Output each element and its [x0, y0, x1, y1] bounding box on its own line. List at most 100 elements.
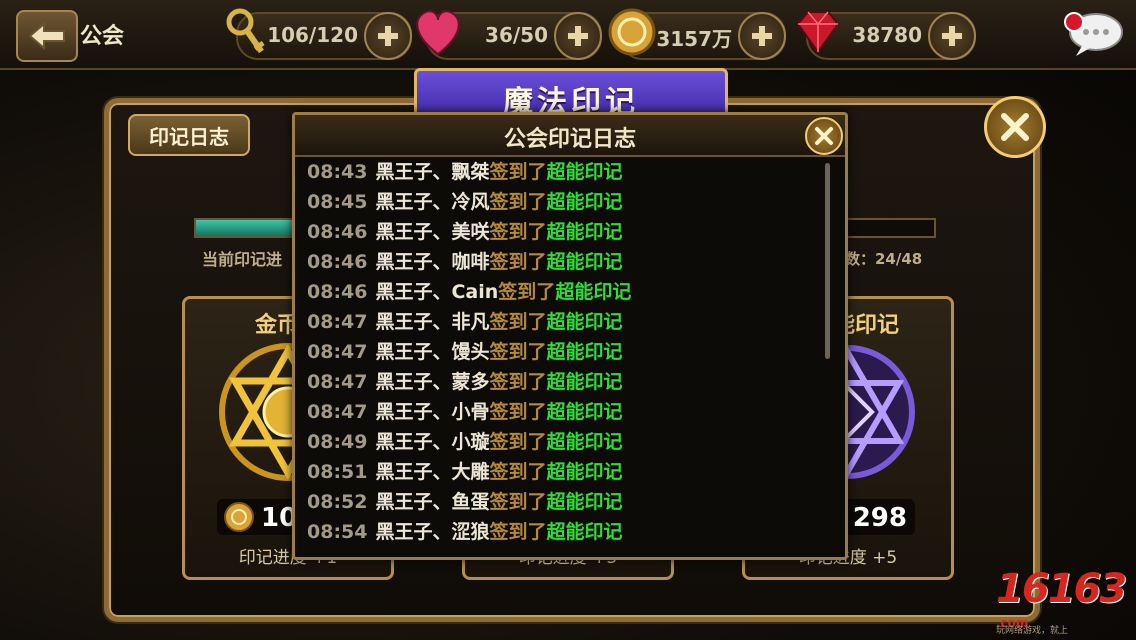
key-count: 106/120 — [267, 23, 358, 47]
top-bar: 公会 106/120 36/50 3157万 38780 — [0, 0, 1136, 70]
log-entry: 08:47 黑王子、小骨签到了超能印记 — [307, 397, 819, 427]
log-action: 签到了 — [489, 251, 547, 273]
log-action: 签到了 — [489, 461, 547, 483]
log-action: 签到了 — [489, 371, 547, 393]
log-action: 签到了 — [489, 221, 547, 243]
guild-seal-log-popup: 公会印记日志 08:43 黑王子、飘桀签到了超能印记 08:45 黑王子、冷风签到了超… — [292, 112, 848, 560]
log-player-name: 黑王子、非凡 — [375, 311, 490, 333]
log-item: 超能印记 — [546, 521, 623, 543]
chat-bubble-icon — [1064, 12, 1123, 56]
add-coin-button[interactable] — [738, 12, 786, 60]
log-entry: 08:47 黑王子、非凡签到了超能印记 — [307, 307, 819, 337]
resource-heart: 36/50 — [416, 10, 602, 60]
log-player-name: 黑王子、飘桀 — [375, 161, 490, 183]
watermark-tagline: 玩网络游戏，就上 — [996, 626, 1069, 636]
log-item: 超能印记 — [546, 221, 623, 243]
close-icon — [1001, 113, 1029, 141]
log-time: 08:47 — [307, 371, 368, 393]
log-player-name: 黑王子、咖啡 — [375, 251, 490, 273]
plus-icon — [378, 26, 398, 46]
plus-icon — [568, 26, 588, 46]
log-item: 超能印记 — [546, 341, 623, 363]
log-item: 超能印记 — [546, 161, 623, 183]
log-entry: 08:46 黑王子、Cain签到了超能印记 — [307, 277, 819, 307]
gem-count: 38780 — [852, 23, 922, 47]
log-scrollbar[interactable] — [825, 163, 830, 359]
progress-label: 当前印记进 — [202, 250, 283, 269]
log-player-name: 黑王子、小骨 — [375, 401, 490, 423]
close-panel-button[interactable] — [984, 96, 1046, 158]
log-player-name: 黑王子、美咲 — [375, 221, 490, 243]
log-time: 08:45 — [307, 191, 368, 213]
log-item: 超能印记 — [546, 311, 623, 333]
log-action: 签到了 — [489, 491, 547, 513]
log-action: 签到了 — [489, 191, 547, 213]
log-item: 超能印记 — [546, 251, 623, 273]
log-player-name: 黑王子、馒头 — [375, 341, 490, 363]
log-time: 08:47 — [307, 311, 368, 333]
log-item: 超能印记 — [546, 461, 623, 483]
log-entry: 08:45 黑王子、冷风签到了超能印记 — [307, 187, 819, 217]
cost-value: 298 — [852, 503, 907, 533]
resource-coin: 3157万 — [608, 8, 786, 60]
plus-icon — [752, 26, 772, 46]
log-item: 超能印记 — [546, 401, 623, 423]
log-time: 08:47 — [307, 341, 368, 363]
log-list[interactable]: 08:43 黑王子、飘桀签到了超能印记 08:45 黑王子、冷风签到了超能印记 08:4… — [307, 157, 819, 547]
page-title: 公会 — [80, 24, 125, 49]
heart-count: 36/50 — [485, 23, 548, 47]
coin-icon — [608, 8, 656, 56]
log-item: 超能印记 — [546, 191, 623, 213]
log-time: 08:46 — [307, 251, 368, 273]
seal-log-button[interactable]: 印记日志 — [128, 114, 250, 156]
plus-icon — [942, 26, 962, 46]
log-action: 签到了 — [489, 431, 547, 453]
coin-count: 3157万 — [656, 27, 732, 51]
log-entry: 08:51 黑王子、大雕签到了超能印记 — [307, 457, 819, 487]
log-time: 08:51 — [307, 461, 368, 483]
log-time: 08:52 — [307, 491, 368, 513]
card-title: 能印记 — [832, 313, 899, 338]
close-log-button[interactable] — [805, 117, 843, 155]
log-player-name: 黑王子、大雕 — [375, 461, 490, 483]
log-entry: 08:54 黑王子、涩狼签到了超能印记 — [307, 517, 819, 547]
resource-key: 106/120 — [226, 8, 412, 60]
log-entry: 08:46 黑王子、咖啡签到了超能印记 — [307, 247, 819, 277]
log-action: 签到了 — [489, 161, 547, 183]
log-player-name: 黑王子、蒙多 — [375, 371, 490, 393]
log-title: 公会印记日志 — [503, 127, 636, 152]
log-time: 08:47 — [307, 401, 368, 423]
add-heart-button[interactable] — [554, 12, 602, 60]
log-action: 签到了 — [489, 401, 547, 423]
coin-icon — [224, 502, 254, 532]
log-time: 08:46 — [307, 281, 368, 303]
log-player-name: 黑王子、小璇 — [375, 431, 490, 453]
add-gem-button[interactable] — [928, 12, 976, 60]
log-entry: 08:49 黑王子、小璇签到了超能印记 — [307, 427, 819, 457]
log-item: 超能印记 — [546, 371, 623, 393]
watermark-text: 16163 — [996, 566, 1127, 612]
log-player-name: 黑王子、涩狼 — [375, 521, 490, 543]
log-action: 签到了 — [489, 311, 547, 333]
log-entry: 08:43 黑王子、飘桀签到了超能印记 — [307, 157, 819, 187]
log-header: 公会印记日志 — [295, 115, 845, 157]
log-action: 签到了 — [489, 341, 547, 363]
log-time: 08:43 — [307, 161, 368, 183]
chat-button[interactable] — [1062, 10, 1124, 58]
log-player-name: 黑王子、Cain — [375, 281, 499, 303]
log-time: 08:46 — [307, 221, 368, 243]
log-action: 签到了 — [498, 281, 556, 303]
log-entry: 08:47 黑王子、馒头签到了超能印记 — [307, 337, 819, 367]
log-item: 超能印记 — [555, 281, 632, 303]
log-action: 签到了 — [489, 521, 547, 543]
log-entry: 08:46 黑王子、美咲签到了超能印记 — [307, 217, 819, 247]
log-player-name: 黑王子、鱼蛋 — [375, 491, 490, 513]
log-player-name: 黑王子、冷风 — [375, 191, 490, 213]
site-watermark-logo: 16163 .com 玩网络游戏，就上 — [996, 566, 1127, 636]
log-item: 超能印记 — [546, 491, 623, 513]
back-arrow-icon — [28, 21, 65, 51]
log-entry: 08:52 黑王子、鱼蛋签到了超能印记 — [307, 487, 819, 517]
log-item: 超能印记 — [546, 431, 623, 453]
add-key-button[interactable] — [364, 12, 412, 60]
back-button[interactable] — [16, 10, 78, 62]
